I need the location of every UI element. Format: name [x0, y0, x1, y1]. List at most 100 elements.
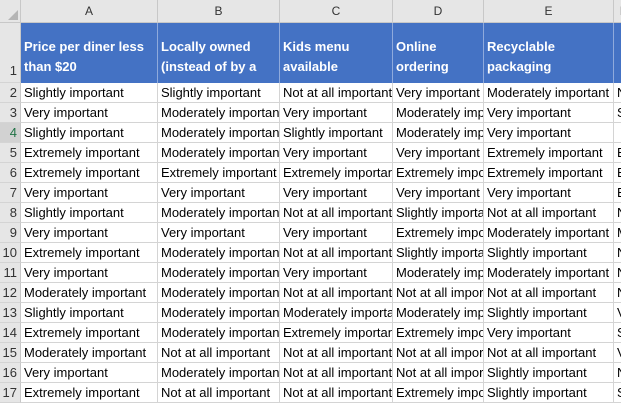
- row-header-11[interactable]: 11: [0, 263, 21, 283]
- cell-c15[interactable]: Not at all important: [280, 343, 393, 363]
- cell-a7[interactable]: Very important: [21, 183, 158, 203]
- cell-d6[interactable]: Extremely important: [393, 163, 484, 183]
- cell-b16[interactable]: Moderately important: [158, 363, 280, 383]
- column-header-c[interactable]: C: [280, 0, 393, 23]
- cell-d4[interactable]: Moderately important: [393, 123, 484, 143]
- cell-d10[interactable]: Slightly important: [393, 243, 484, 263]
- cell-e8[interactable]: Not at all important: [484, 203, 614, 223]
- header-cell-d[interactable]: Online ordering: [393, 23, 484, 83]
- cell-c5[interactable]: Very important: [280, 143, 393, 163]
- cell-c3[interactable]: Very important: [280, 103, 393, 123]
- cell-b6[interactable]: Extremely important: [158, 163, 280, 183]
- cell-b4[interactable]: Moderately important: [158, 123, 280, 143]
- cell-d9[interactable]: Extremely important: [393, 223, 484, 243]
- cell-d12[interactable]: Not at all important: [393, 283, 484, 303]
- cell-d16[interactable]: Not at all important: [393, 363, 484, 383]
- cell-d2[interactable]: Very important: [393, 83, 484, 103]
- column-header-b[interactable]: B: [158, 0, 280, 23]
- cell-c6[interactable]: Extremely important: [280, 163, 393, 183]
- cell-c13[interactable]: Moderately important: [280, 303, 393, 323]
- cell-c9[interactable]: Very important: [280, 223, 393, 243]
- cell-c7[interactable]: Very important: [280, 183, 393, 203]
- header-cell-c[interactable]: Kids menu available: [280, 23, 393, 83]
- cell-b5[interactable]: Moderately important: [158, 143, 280, 163]
- cell-b2[interactable]: Slightly important: [158, 83, 280, 103]
- cell-a10[interactable]: Extremely important: [21, 243, 158, 263]
- header-cell-f[interactable]: [614, 23, 621, 83]
- row-header-13[interactable]: 13: [0, 303, 21, 323]
- cell-e9[interactable]: Moderately important: [484, 223, 614, 243]
- row-header-15[interactable]: 15: [0, 343, 21, 363]
- row-header-9[interactable]: 9: [0, 223, 21, 243]
- cell-e17[interactable]: Slightly important: [484, 383, 614, 403]
- column-header-a[interactable]: A: [21, 0, 158, 23]
- row-header-6[interactable]: 6: [0, 163, 21, 183]
- cell-e2[interactable]: Moderately important: [484, 83, 614, 103]
- select-all-button[interactable]: [0, 0, 21, 23]
- row-header-17[interactable]: 17: [0, 383, 21, 403]
- cell-b11[interactable]: Moderately important: [158, 263, 280, 283]
- cell-e10[interactable]: Slightly important: [484, 243, 614, 263]
- row-header-7[interactable]: 7: [0, 183, 21, 203]
- cell-b13[interactable]: Moderately important: [158, 303, 280, 323]
- cell-d3[interactable]: Moderately important: [393, 103, 484, 123]
- cell-e6[interactable]: Extremely important: [484, 163, 614, 183]
- cell-a13[interactable]: Slightly important: [21, 303, 158, 323]
- cell-f5[interactable]: E: [614, 143, 621, 163]
- row-header-10[interactable]: 10: [0, 243, 21, 263]
- cell-e11[interactable]: Moderately important: [484, 263, 614, 283]
- cell-d5[interactable]: Very important: [393, 143, 484, 163]
- cell-b7[interactable]: Very important: [158, 183, 280, 203]
- cell-a2[interactable]: Slightly important: [21, 83, 158, 103]
- column-header-f[interactable]: F: [614, 0, 621, 23]
- cell-a11[interactable]: Very important: [21, 263, 158, 283]
- cell-d13[interactable]: Moderately important: [393, 303, 484, 323]
- cell-c8[interactable]: Not at all important: [280, 203, 393, 223]
- cell-c4[interactable]: Slightly important: [280, 123, 393, 143]
- cell-a17[interactable]: Extremely important: [21, 383, 158, 403]
- row-header-5[interactable]: 5: [0, 143, 21, 163]
- cell-d7[interactable]: Very important: [393, 183, 484, 203]
- cell-b8[interactable]: Moderately important: [158, 203, 280, 223]
- row-header-16[interactable]: 16: [0, 363, 21, 383]
- cell-f11[interactable]: N: [614, 263, 621, 283]
- cell-d14[interactable]: Extremely important: [393, 323, 484, 343]
- cell-f2[interactable]: N: [614, 83, 621, 103]
- cell-b12[interactable]: Moderately important: [158, 283, 280, 303]
- cell-f4[interactable]: [614, 123, 621, 143]
- cell-c16[interactable]: Not at all important: [280, 363, 393, 383]
- cell-c14[interactable]: Extremely important: [280, 323, 393, 343]
- cell-f6[interactable]: E: [614, 163, 621, 183]
- cell-f14[interactable]: S: [614, 323, 621, 343]
- cell-f3[interactable]: S: [614, 103, 621, 123]
- header-cell-b[interactable]: Locally owned (instead of by a: [158, 23, 280, 83]
- cell-a5[interactable]: Extremely important: [21, 143, 158, 163]
- cell-b14[interactable]: Moderately important: [158, 323, 280, 343]
- cell-f7[interactable]: E: [614, 183, 621, 203]
- cell-e15[interactable]: Not at all important: [484, 343, 614, 363]
- row-header-3[interactable]: 3: [0, 103, 21, 123]
- cell-c10[interactable]: Not at all important: [280, 243, 393, 263]
- row-header-1[interactable]: 1: [0, 23, 21, 83]
- cell-c12[interactable]: Not at all important: [280, 283, 393, 303]
- cell-c17[interactable]: Not at all important: [280, 383, 393, 403]
- cell-e5[interactable]: Extremely important: [484, 143, 614, 163]
- cell-e3[interactable]: Very important: [484, 103, 614, 123]
- cell-a8[interactable]: Slightly important: [21, 203, 158, 223]
- cell-e4[interactable]: Very important: [484, 123, 614, 143]
- cell-e13[interactable]: Slightly important: [484, 303, 614, 323]
- cell-c2[interactable]: Not at all important: [280, 83, 393, 103]
- cell-d11[interactable]: Moderately important: [393, 263, 484, 283]
- header-cell-e[interactable]: Recyclable packaging: [484, 23, 614, 83]
- cell-a14[interactable]: Extremely important: [21, 323, 158, 343]
- cell-f9[interactable]: M: [614, 223, 621, 243]
- cell-f8[interactable]: N: [614, 203, 621, 223]
- row-header-12[interactable]: 12: [0, 283, 21, 303]
- cell-b10[interactable]: Moderately important: [158, 243, 280, 263]
- cell-e7[interactable]: Very important: [484, 183, 614, 203]
- cell-b9[interactable]: Very important: [158, 223, 280, 243]
- cell-e14[interactable]: Very important: [484, 323, 614, 343]
- cell-b3[interactable]: Moderately important: [158, 103, 280, 123]
- cell-d8[interactable]: Slightly important: [393, 203, 484, 223]
- cell-a4[interactable]: Slightly important: [21, 123, 158, 143]
